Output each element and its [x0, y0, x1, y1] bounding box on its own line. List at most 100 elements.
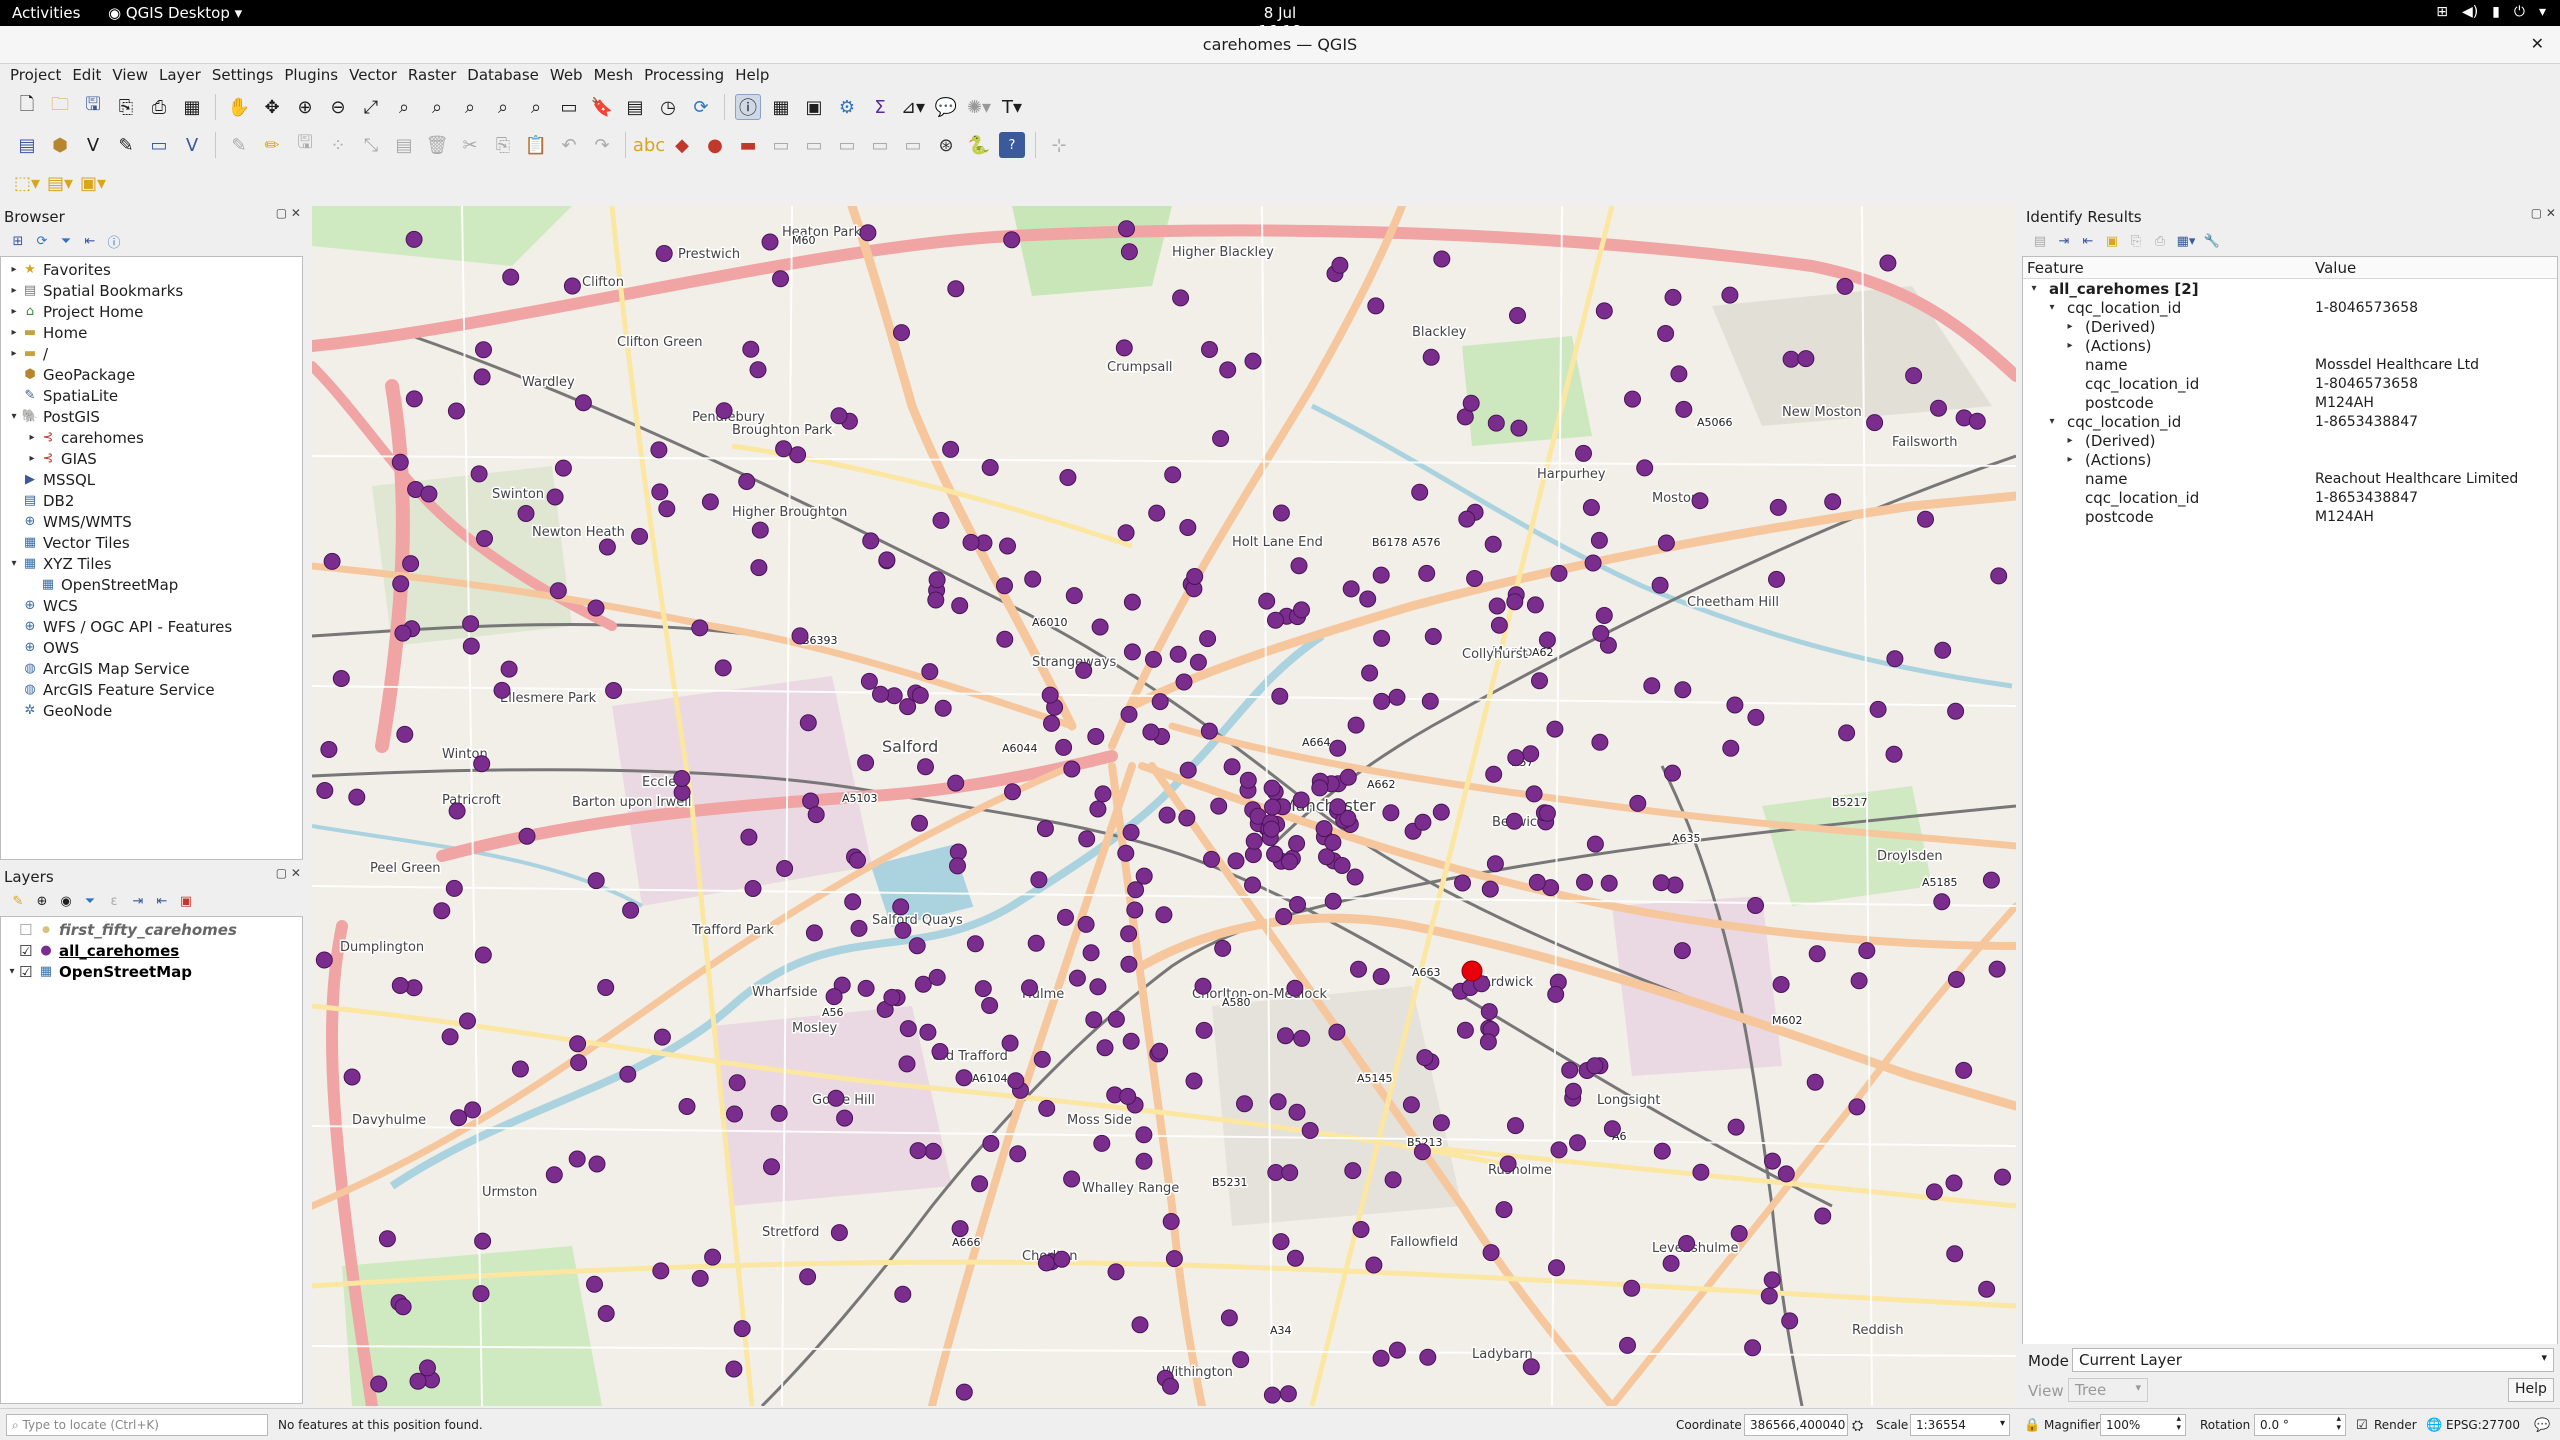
carehome-marker[interactable]: [1359, 590, 1377, 608]
carehome-marker[interactable]: [320, 741, 338, 758]
carehome-marker[interactable]: [1651, 576, 1669, 594]
carehome-marker[interactable]: [807, 806, 825, 824]
carehome-marker[interactable]: [1945, 1174, 1963, 1192]
carehome-marker[interactable]: [1220, 1309, 1238, 1327]
qgis-server-icon[interactable]: ⊛: [933, 132, 959, 158]
carehome-marker[interactable]: [1850, 972, 1868, 990]
browser-item-db2[interactable]: ▤ DB2: [1, 490, 302, 511]
carehome-marker[interactable]: [1576, 873, 1593, 891]
identify-row[interactable]: ▾ cqc_location_id 1-8653438847: [2023, 412, 2557, 431]
carehome-marker[interactable]: [996, 630, 1014, 648]
carehome-marker[interactable]: [1510, 419, 1528, 437]
chevron-icon[interactable]: ▸: [7, 348, 21, 359]
browser-item-geopackage[interactable]: ⬢ GeoPackage: [1, 364, 302, 385]
identify-row[interactable]: ▸ (Derived): [2023, 317, 2557, 336]
carehome-marker[interactable]: [1372, 566, 1390, 584]
carehome-marker[interactable]: [1372, 968, 1390, 985]
menu-mesh[interactable]: Mesh: [590, 64, 641, 88]
properties-icon[interactable]: ⓘ: [104, 231, 124, 251]
carehome-marker[interactable]: [1424, 628, 1442, 645]
carehome-marker[interactable]: [1365, 1256, 1383, 1274]
carehome-marker[interactable]: [1747, 897, 1764, 914]
carehome-marker[interactable]: [1721, 286, 1739, 304]
carehome-marker[interactable]: [1053, 1250, 1071, 1268]
carehome-marker[interactable]: [1507, 749, 1525, 767]
carehome-marker[interactable]: [1550, 1141, 1568, 1159]
carehome-marker[interactable]: [1344, 1162, 1362, 1180]
paste-features-icon[interactable]: 📋: [523, 132, 549, 158]
carehome-marker[interactable]: [622, 901, 640, 919]
carehome-marker[interactable]: [1164, 466, 1182, 484]
carehome-marker[interactable]: [1293, 1029, 1311, 1047]
carehome-marker[interactable]: [1122, 823, 1140, 841]
new-geopackage-layer-icon[interactable]: ⬢: [47, 132, 73, 158]
carehome-marker[interactable]: [1662, 1254, 1680, 1272]
carehome-marker[interactable]: [1178, 809, 1196, 827]
menu-view[interactable]: View: [108, 64, 155, 88]
manage-visibility-icon[interactable]: ◉: [56, 891, 76, 911]
carehome-marker[interactable]: [955, 1069, 973, 1087]
carehome-marker[interactable]: [1239, 771, 1257, 789]
carehome-marker[interactable]: [1858, 942, 1876, 960]
carehome-marker[interactable]: [1433, 250, 1451, 268]
carehome-marker[interactable]: [909, 1142, 927, 1160]
carehome-marker[interactable]: [1763, 1271, 1781, 1289]
carehome-marker[interactable]: [1033, 1050, 1051, 1068]
carehome-marker[interactable]: [1009, 1145, 1027, 1163]
carehome-marker[interactable]: [1120, 243, 1138, 261]
carehome-marker[interactable]: [1123, 593, 1141, 611]
browser-item-gias[interactable]: ▸ ⊰ GIAS: [1, 448, 302, 469]
carehome-marker[interactable]: [464, 1101, 482, 1119]
carehome-marker[interactable]: [653, 1028, 671, 1046]
chevron-icon[interactable]: ▸: [2063, 454, 2077, 465]
scale-combo[interactable]: 1:36554 ▾: [1910, 1414, 2010, 1436]
carehome-marker[interactable]: [1293, 601, 1310, 619]
new-spatialite-layer-icon[interactable]: ✎: [113, 132, 139, 158]
carehome-marker[interactable]: [1367, 297, 1385, 315]
carehome-marker[interactable]: [587, 599, 605, 617]
chevron-icon[interactable]: ▸: [25, 432, 39, 443]
refresh-icon[interactable]: ⟳: [688, 94, 714, 120]
browser-item-spatial-bookmarks[interactable]: ▸ ▤ Spatial Bookmarks: [1, 280, 302, 301]
carehome-marker[interactable]: [1263, 1386, 1281, 1404]
carehome-marker[interactable]: [332, 670, 350, 687]
carehome-marker[interactable]: [588, 1155, 606, 1173]
digitize-icon[interactable]: ⁘: [325, 132, 351, 158]
carehome-marker[interactable]: [751, 521, 769, 539]
carehome-marker[interactable]: [1458, 510, 1476, 528]
carehome-marker[interactable]: [1691, 492, 1709, 510]
carehome-marker[interactable]: [1096, 1039, 1114, 1057]
carehome-marker[interactable]: [1227, 852, 1245, 870]
carehome-marker[interactable]: [441, 1028, 459, 1046]
new-project-icon[interactable]: 🗋: [14, 94, 40, 120]
map-canvas[interactable]: Heaton Park Prestwich Higher Blackley Clift…: [312, 206, 2016, 1406]
carehome-marker[interactable]: [586, 1275, 603, 1293]
chevron-icon[interactable]: ▸: [7, 285, 21, 296]
carehome-marker[interactable]: [1186, 568, 1204, 585]
carehome-marker[interactable]: [1653, 1142, 1671, 1160]
menu-raster[interactable]: Raster: [404, 64, 463, 88]
carehome-marker[interactable]: [1824, 493, 1842, 511]
carehome-marker[interactable]: [776, 860, 794, 877]
carehome-marker[interactable]: [701, 493, 719, 511]
menu-project[interactable]: Project: [6, 64, 68, 88]
carehome-marker[interactable]: [678, 1098, 696, 1115]
app-menu[interactable]: ◉ QGIS Desktop ▾: [108, 4, 242, 22]
carehome-marker[interactable]: [420, 485, 438, 503]
carehome-marker[interactable]: [1258, 592, 1276, 610]
modify-attributes-icon[interactable]: ▤: [391, 132, 417, 158]
carehome-marker[interactable]: [1333, 857, 1351, 874]
carehome-marker[interactable]: [1117, 844, 1135, 862]
layer-item[interactable]: ▾ ☑ ▦ OpenStreetMap: [1, 961, 302, 982]
carehome-marker[interactable]: [597, 1305, 615, 1322]
carehome-marker[interactable]: [1126, 901, 1144, 919]
save-project-icon[interactable]: 🖫: [80, 94, 106, 120]
carehome-marker[interactable]: [1419, 1348, 1437, 1366]
panel-float-close-icon[interactable]: ▢ ✕: [2531, 206, 2556, 220]
identify-row[interactable]: name Reachout Healthcare Limited: [2023, 469, 2557, 488]
carehome-marker[interactable]: [1115, 339, 1133, 357]
carehome-marker[interactable]: [1769, 498, 1787, 516]
attribute-table-icon[interactable]: ▦: [768, 94, 794, 120]
carehome-marker[interactable]: [462, 615, 480, 633]
pin-label-icon[interactable]: ▬: [735, 132, 761, 158]
